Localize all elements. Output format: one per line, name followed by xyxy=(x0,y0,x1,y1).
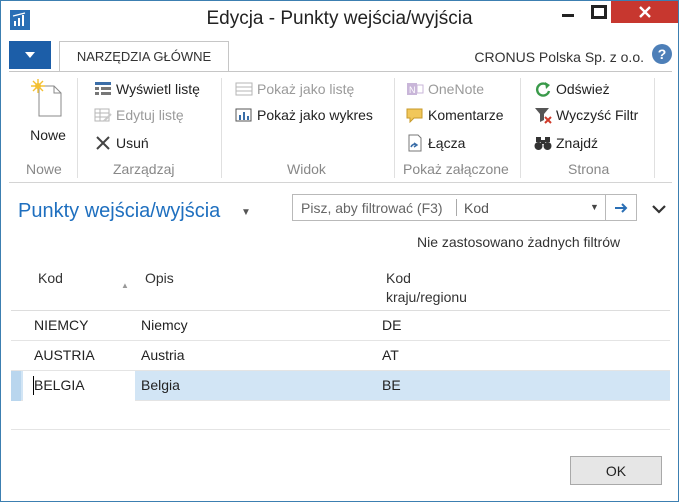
clear-filter-icon xyxy=(534,106,552,124)
filter-input[interactable]: Pisz, aby filtrować (F3) xyxy=(301,200,443,216)
group-label-attached: Pokaż załączone xyxy=(403,161,509,177)
table-row[interactable]: AUSTRIA Austria AT xyxy=(11,341,670,371)
binoculars-icon xyxy=(534,134,552,152)
new-button-label: Nowe xyxy=(30,127,66,143)
column-header-code[interactable]: Kod xyxy=(38,269,63,288)
cell-code[interactable]: BELGIA xyxy=(34,377,85,393)
group-separator xyxy=(654,78,655,178)
view-list-button[interactable]: Wyświetl listę xyxy=(94,78,200,100)
page-title-dropdown-icon[interactable]: ▼ xyxy=(241,207,251,218)
close-button[interactable] xyxy=(611,1,678,23)
apply-filter-button[interactable] xyxy=(605,195,636,220)
table-row[interactable]: NIEMCY Niemcy DE xyxy=(11,311,670,341)
ribbon-tab-row: NARZĘDZIA GŁÓWNE CRONUS Polska Sp. z o.o… xyxy=(9,39,672,72)
onenote-button[interactable]: N OneNote xyxy=(406,78,484,100)
edit-list-button[interactable]: Edytuj listę xyxy=(94,104,184,126)
column-header-description[interactable]: Opis xyxy=(145,269,174,288)
data-grid: Kod ▲ Opis Kod kraju/regionu NIEMCY Niem… xyxy=(11,261,670,401)
new-button[interactable]: Nowe xyxy=(25,78,71,143)
refresh-icon xyxy=(534,80,552,98)
maximize-icon xyxy=(590,5,607,19)
show-as-list-label: Pokaż jako listę xyxy=(257,81,355,97)
svg-text:N: N xyxy=(409,85,416,95)
ribbon: Nowe Nowe Wyświetl listę Edytuj listę Us… xyxy=(9,71,672,183)
cell-description[interactable]: Austria xyxy=(141,347,185,363)
group-label-view: Widok xyxy=(287,161,326,177)
filter-field-select[interactable]: Kod xyxy=(464,200,489,216)
group-separator xyxy=(520,78,521,178)
application-menu-button[interactable] xyxy=(9,41,51,69)
show-as-chart-button[interactable]: Pokaż jako wykres xyxy=(235,104,373,126)
cell-country[interactable]: DE xyxy=(382,317,401,333)
company-name[interactable]: CRONUS Polska Sp. z o.o. xyxy=(474,49,644,65)
table-row-selected[interactable]: BELGIA Belgia BE xyxy=(11,371,670,401)
page-title[interactable]: Punkty wejścia/wyjścia xyxy=(18,200,220,223)
group-label-manage: Zarządzaj xyxy=(113,161,175,177)
refresh-button[interactable]: Odśwież xyxy=(534,78,610,100)
find-button[interactable]: Znajdź xyxy=(534,132,598,154)
chevron-down-icon xyxy=(25,52,35,58)
sort-ascending-icon: ▲ xyxy=(121,281,129,290)
show-as-chart-icon xyxy=(235,106,253,124)
comments-button[interactable]: Komentarze xyxy=(406,104,503,126)
delete-label: Usuń xyxy=(116,135,149,151)
cell-code[interactable]: AUSTRIA xyxy=(34,347,95,363)
comments-icon xyxy=(406,106,424,124)
links-button[interactable]: Łącza xyxy=(406,132,465,154)
show-as-list-button[interactable]: Pokaż jako listę xyxy=(235,78,354,100)
cell-description[interactable]: Niemcy xyxy=(141,317,188,333)
delete-icon xyxy=(94,134,112,152)
grid-header: Kod ▲ Opis Kod kraju/regionu xyxy=(11,261,670,311)
close-icon xyxy=(638,6,651,18)
cell-country[interactable]: AT xyxy=(382,347,399,363)
delete-button[interactable]: Usuń xyxy=(94,132,149,154)
new-document-icon xyxy=(31,79,62,117)
arrow-right-icon xyxy=(615,202,628,213)
onenote-icon: N xyxy=(406,80,424,98)
cell-code[interactable]: NIEMCY xyxy=(34,317,88,333)
view-list-icon xyxy=(94,80,112,98)
clear-filter-button[interactable]: Wyczyść Filtr xyxy=(534,104,638,126)
group-separator xyxy=(394,78,395,178)
group-label-new: Nowe xyxy=(26,161,62,177)
clear-filter-label: Wyczyść Filtr xyxy=(556,107,639,123)
title-bar: Edycja - Punkty wejścia/wyjścia xyxy=(1,1,678,39)
find-label: Znajdź xyxy=(556,135,599,151)
view-list-label: Wyświetl listę xyxy=(116,81,200,97)
edit-list-icon xyxy=(94,106,112,124)
comments-label: Komentarze xyxy=(428,107,504,123)
filter-status: Nie zastosowano żadnych filtrów xyxy=(417,234,621,250)
group-label-page: Strona xyxy=(568,161,610,177)
show-as-chart-label: Pokaż jako wykres xyxy=(257,107,373,123)
cell-country[interactable]: BE xyxy=(382,377,401,393)
links-label: Łącza xyxy=(428,135,466,151)
row-selector[interactable] xyxy=(11,371,21,401)
filter-separator xyxy=(456,199,457,216)
column-header-country[interactable]: Kod kraju/regionu xyxy=(386,269,467,307)
cell-description[interactable]: Belgia xyxy=(141,377,180,393)
links-icon xyxy=(406,134,424,152)
ok-button[interactable]: OK xyxy=(570,456,662,485)
tab-home[interactable]: NARZĘDZIA GŁÓWNE xyxy=(59,41,229,72)
refresh-label: Odśwież xyxy=(556,81,610,97)
filter-box: Pisz, aby filtrować (F3) Kod ▼ xyxy=(292,194,637,221)
help-icon[interactable]: ? xyxy=(652,44,672,64)
group-separator xyxy=(221,78,222,178)
edit-list-label: Edytuj listę xyxy=(116,107,184,123)
grid-bottom-border xyxy=(11,429,670,430)
column-header-country-line2: kraju/regionu xyxy=(386,289,467,305)
show-as-list-icon xyxy=(235,80,253,98)
dialog-window: Edycja - Punkty wejścia/wyjścia NARZĘDZI… xyxy=(0,0,679,502)
chevron-down-icon xyxy=(652,205,666,214)
group-separator xyxy=(77,78,78,178)
column-header-country-line1: Kod xyxy=(386,270,411,286)
collapse-button[interactable] xyxy=(652,201,666,217)
filter-field-dropdown-icon[interactable]: ▼ xyxy=(590,202,599,212)
onenote-label: OneNote xyxy=(428,81,485,97)
minimize-icon xyxy=(561,14,574,17)
